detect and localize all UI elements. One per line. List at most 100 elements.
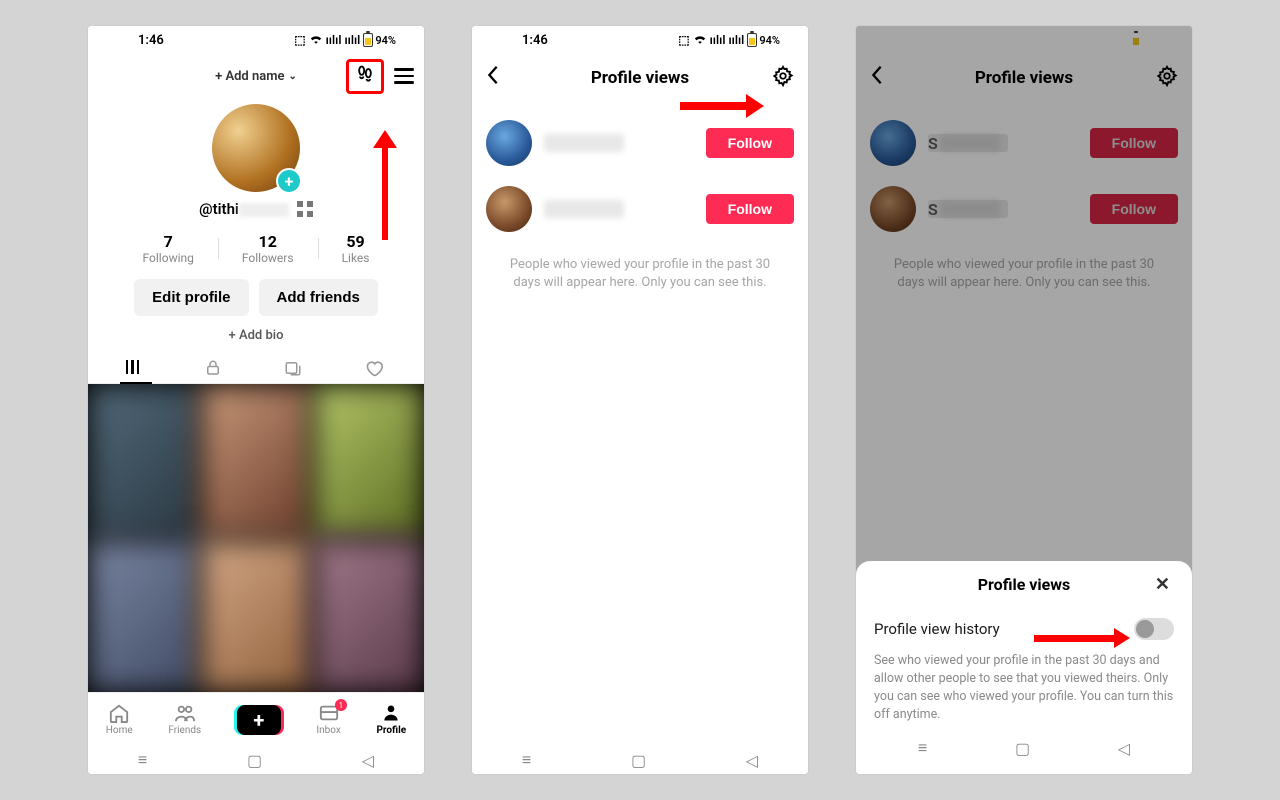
back-icon[interactable]: ◁ xyxy=(746,751,758,770)
video-thumbnail[interactable] xyxy=(88,539,199,693)
tab-private[interactable] xyxy=(204,359,228,377)
profile-views-note: People who viewed your profile in the pa… xyxy=(472,242,808,292)
battery-icon xyxy=(363,33,373,47)
wifi-icon xyxy=(309,33,323,47)
phone-screen-2-profile-views: 1:46 ⬚ ıılıl ıılıl 94% Profile views Fol… xyxy=(471,25,809,775)
likes-label: Likes xyxy=(342,251,370,265)
battery-indicator: 94% xyxy=(363,33,396,47)
stat-followers[interactable]: 12 Followers xyxy=(218,232,318,265)
viewer-row[interactable]: Follow xyxy=(486,110,794,176)
following-count: 7 xyxy=(143,232,194,251)
back-icon[interactable]: ◁ xyxy=(1118,739,1130,758)
chevron-down-icon: ⌄ xyxy=(289,71,297,82)
settings-icon[interactable] xyxy=(772,65,794,91)
settings-bottom-sheet: Profile views ✕ Profile view history See… xyxy=(856,561,1192,775)
home-icon[interactable]: ▢ xyxy=(1015,739,1030,758)
following-label: Following xyxy=(143,251,194,265)
add-avatar-icon[interactable]: + xyxy=(276,168,302,194)
content-tabs xyxy=(88,359,424,384)
qr-icon[interactable] xyxy=(297,201,313,217)
nav-inbox-label: Inbox xyxy=(316,725,340,736)
nav-inbox[interactable]: 1 Inbox xyxy=(316,703,340,736)
viewer-list: Follow Follow xyxy=(472,102,808,242)
viewer-name-redacted xyxy=(544,200,624,218)
username-row: @tithi xyxy=(199,200,313,218)
viewer-avatar xyxy=(486,186,532,232)
nav-home-label: Home xyxy=(106,725,133,736)
add-name-label: + Add name xyxy=(215,69,284,84)
tab-posts[interactable] xyxy=(124,359,148,377)
username-redacted xyxy=(239,203,289,217)
status-time: 1:46 xyxy=(522,33,548,48)
status-bar: 1:46 ⬚ ıılıl ıılıl 94% xyxy=(472,26,808,54)
status-icons: ⬚ ıılıl ıılıl 94% xyxy=(294,33,396,47)
back-icon[interactable]: ◁ xyxy=(362,751,374,770)
avatar-section: + @tithi xyxy=(88,104,424,218)
inbox-badge: 1 xyxy=(335,699,347,711)
bottom-nav: Home Friends + 1 Inbox Profile xyxy=(88,692,424,746)
nav-profile[interactable]: Profile xyxy=(376,703,406,736)
avatar[interactable]: + xyxy=(212,104,300,192)
profile-view-history-toggle[interactable] xyxy=(1134,618,1174,640)
video-thumbnail[interactable] xyxy=(200,539,311,693)
nav-friends[interactable]: Friends xyxy=(168,703,201,736)
sheet-description: See who viewed your profile in the past … xyxy=(874,648,1174,725)
followers-count: 12 xyxy=(242,232,294,251)
phone-screen-3-settings-sheet: 1:52 ⬚ ıılıl ıılıl 94% Profile views xyxy=(855,25,1193,775)
home-icon[interactable]: ▢ xyxy=(631,751,646,770)
signal-icon-2: ıılıl xyxy=(344,33,360,47)
viewer-name-redacted xyxy=(544,134,624,152)
status-time: 1:46 xyxy=(138,33,164,48)
likes-count: 59 xyxy=(342,232,370,251)
recent-apps-icon[interactable]: ≡ xyxy=(918,738,927,758)
signal-icon-2: ıılıl xyxy=(728,33,744,47)
annotation-arrow-right xyxy=(680,94,764,118)
video-thumbnail[interactable] xyxy=(313,384,424,538)
video-thumbnail[interactable] xyxy=(200,384,311,538)
annotation-arrow-right xyxy=(1034,628,1130,648)
tab-liked[interactable] xyxy=(364,359,388,377)
profile-actions: Edit profile Add friends xyxy=(88,279,424,316)
signal-icon: ıılıl xyxy=(326,33,342,47)
android-nav-bar: ≡ ▢ ◁ xyxy=(88,746,424,774)
recent-apps-icon[interactable]: ≡ xyxy=(522,750,531,770)
viewer-avatar xyxy=(486,120,532,166)
followers-label: Followers xyxy=(242,251,294,265)
wifi-icon xyxy=(693,33,707,47)
sheet-title: Profile views xyxy=(978,575,1071,594)
follow-button[interactable]: Follow xyxy=(706,194,794,224)
close-icon[interactable]: ✕ xyxy=(1155,574,1170,595)
video-thumbnail[interactable] xyxy=(313,539,424,693)
status-icons: ⬚ ıılıl ıılıl 94% xyxy=(678,33,780,47)
recent-apps-icon[interactable]: ≡ xyxy=(138,750,147,770)
tab-reposts[interactable] xyxy=(284,359,308,377)
edit-profile-button[interactable]: Edit profile xyxy=(134,279,248,316)
status-bar: 1:46 ⬚ ıılıl ıılıl 94% xyxy=(88,26,424,54)
signal-icon: ıılıl xyxy=(710,33,726,47)
android-nav-bar: ≡ ▢ ◁ xyxy=(472,746,808,774)
follow-button[interactable]: Follow xyxy=(706,128,794,158)
add-bio-button[interactable]: + Add bio xyxy=(88,328,424,343)
add-friends-button[interactable]: Add friends xyxy=(259,279,378,316)
phone-screen-1-profile: 1:46 ⬚ ıılıl ıılıl 94% + Add name ⌄ xyxy=(87,25,425,775)
home-icon[interactable]: ▢ xyxy=(247,751,262,770)
video-thumbnail[interactable] xyxy=(88,384,199,538)
nav-friends-label: Friends xyxy=(168,725,201,736)
vibrate-icon: ⬚ xyxy=(678,33,689,47)
username: @tithi xyxy=(199,200,289,218)
nav-home[interactable]: Home xyxy=(106,703,133,736)
nav-profile-label: Profile xyxy=(376,725,406,736)
back-icon[interactable] xyxy=(486,64,500,92)
stats-row: 7 Following 12 Followers 59 Likes xyxy=(88,232,424,265)
add-name-button[interactable]: + Add name ⌄ xyxy=(215,69,297,84)
profile-header: + Add name ⌄ xyxy=(88,54,424,98)
android-nav-bar: ≡ ▢ ◁ xyxy=(874,734,1174,762)
battery-indicator: 94% xyxy=(747,33,780,47)
video-grid xyxy=(88,384,424,692)
profile-views-icon[interactable] xyxy=(346,59,384,94)
viewer-row[interactable]: Follow xyxy=(486,176,794,242)
nav-create[interactable]: + xyxy=(237,705,281,735)
toggle-label: Profile view history xyxy=(874,620,1000,638)
stat-following[interactable]: 7 Following xyxy=(119,232,218,265)
menu-icon[interactable] xyxy=(394,64,414,87)
